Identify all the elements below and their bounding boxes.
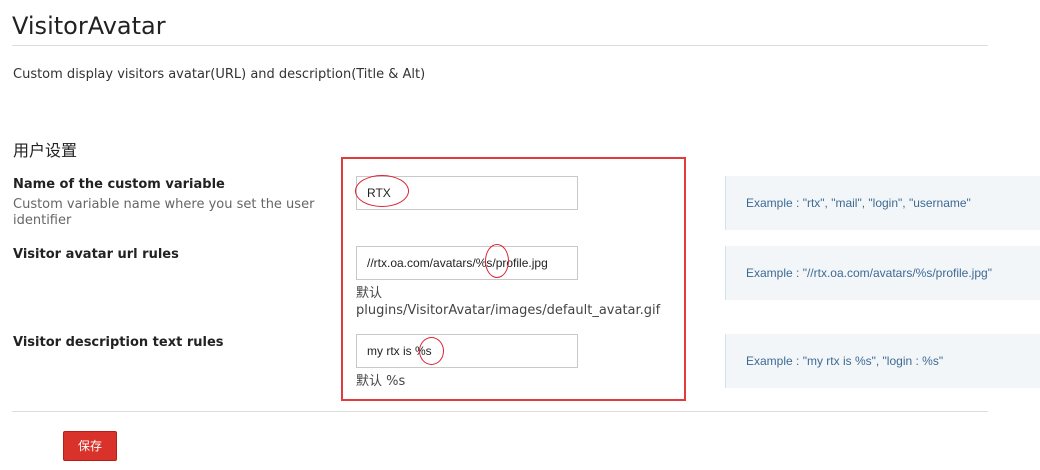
avatar-url-example: Example : "//rtx.oa.com/avatars/%s/profi… bbox=[725, 246, 1040, 300]
annotation-circle-placeholder-url bbox=[485, 244, 509, 278]
annotation-circle-placeholder-text bbox=[419, 337, 444, 365]
title-divider bbox=[12, 45, 988, 46]
form-divider bbox=[12, 411, 988, 412]
annotation-circle-rtx bbox=[355, 175, 409, 207]
description-text-example: Example : "my rtx is %s", "login : %s" bbox=[725, 334, 1040, 388]
save-button[interactable]: 保存 bbox=[63, 431, 117, 461]
page-title: VisitorAvatar bbox=[12, 12, 166, 40]
custom-variable-label: Name of the custom variable bbox=[13, 177, 225, 192]
page-description: Custom display visitors avatar(URL) and … bbox=[13, 67, 426, 82]
avatar-url-label: Visitor avatar url rules bbox=[13, 247, 179, 262]
custom-variable-help: Custom variable name where you set the u… bbox=[13, 197, 315, 228]
description-text-label: Visitor description text rules bbox=[13, 335, 224, 350]
section-title: 用户设置 bbox=[13, 141, 78, 160]
custom-variable-example: Example : "rtx", "mail", "login", "usern… bbox=[725, 176, 1040, 230]
